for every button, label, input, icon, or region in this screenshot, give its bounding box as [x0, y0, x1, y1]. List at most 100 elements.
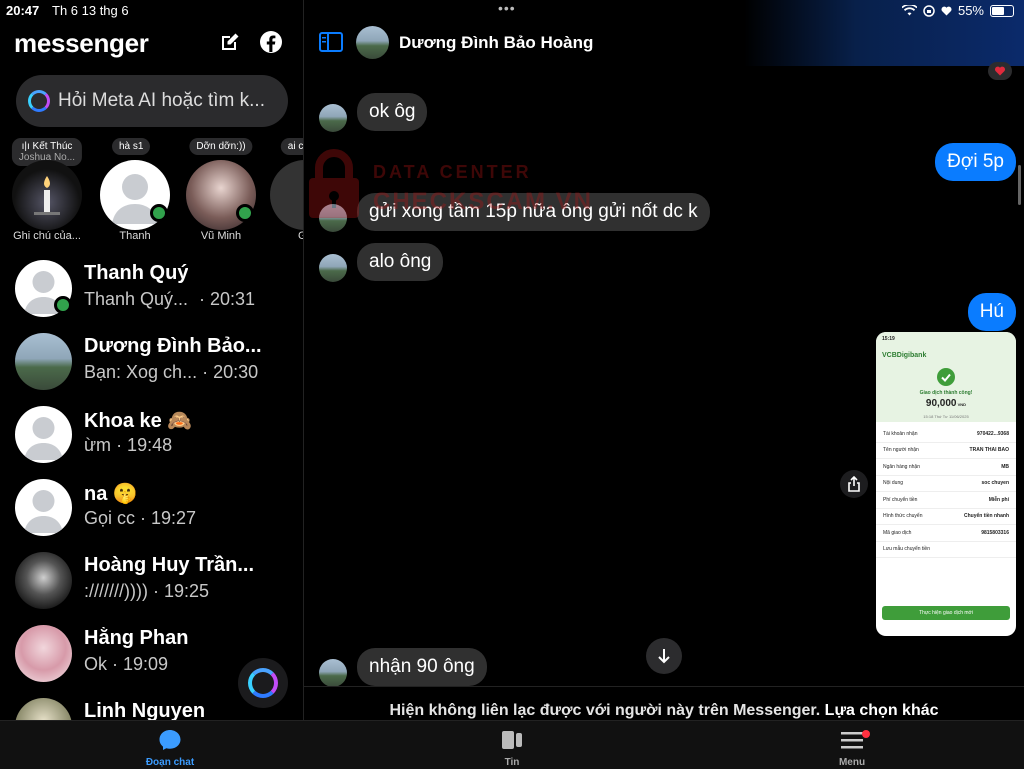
note-bubble: Dỡn dỡn:)): [189, 138, 253, 155]
conversation-item[interactable]: na 🤫 Gọi cc · 19:27: [0, 473, 303, 543]
avatar: [15, 406, 72, 463]
story-note[interactable]: ai có xe G: [262, 138, 303, 242]
bank-logo: VCBDigibank: [882, 352, 927, 359]
avatar: [15, 479, 72, 536]
new-transaction-button: Thực hiện giao dịch mới: [882, 606, 1010, 620]
wifi-icon: [901, 5, 917, 16]
compose-icon[interactable]: [218, 30, 242, 54]
conversation-preview: ừm · 19:48: [84, 435, 173, 455]
conversation-name: Hằng Phan: [84, 627, 189, 649]
tab-chats[interactable]: Đoạn chat: [110, 727, 230, 768]
other-options-link[interactable]: Lựa chọn khác: [825, 702, 939, 719]
meta-ai-icon: [248, 668, 278, 698]
message-incoming[interactable]: nhận 90 ông: [357, 648, 487, 686]
conversation-item[interactable]: Hoàng Huy Trần... :///////)))) · 19:25: [0, 546, 303, 616]
receipt-row: Nội dung soc chuyen: [876, 476, 1016, 492]
unavailable-notice: Hiện không liên lạc được với người này t…: [304, 686, 1024, 721]
contact-avatar[interactable]: [356, 26, 389, 59]
conversation-item[interactable]: Thanh Quý Thanh Quý... · 20:31: [0, 254, 303, 324]
lock-rotation-icon: [923, 4, 935, 17]
message-outgoing[interactable]: Hú: [967, 293, 1016, 331]
multitask-dots-icon[interactable]: •••: [498, 0, 516, 16]
conversation-name: Khoa ke 🙈: [84, 410, 193, 432]
avatar: [15, 333, 72, 390]
conversation-name: Thanh Quý: [84, 262, 189, 284]
receipt-header: 15:19 VCBDigibank Giao dịch thành công! …: [876, 332, 1016, 422]
avatar: [15, 552, 72, 609]
conversation-preview: Thanh Quý... · 20:31: [84, 289, 256, 309]
story-label: G: [262, 230, 303, 242]
conversation-name: Hoàng Huy Trần...: [84, 554, 255, 576]
conversation-name: Dương Đình Bảo...: [84, 335, 262, 357]
receipt-row: Lưu mẫu chuyển tiền: [876, 542, 1016, 558]
heart-status-icon: [941, 6, 952, 15]
search-input[interactable]: Hỏi Meta AI hoặc tìm k...: [16, 75, 288, 127]
audio-wave-icon: ı|ı: [21, 141, 33, 152]
message-incoming[interactable]: alo ông: [357, 243, 444, 281]
story-note[interactable]: Dỡn dỡn:)) Vũ Minh: [178, 138, 264, 242]
note-bubble: ai có xe: [280, 138, 303, 155]
status-bar: 20:47 Th 6 13 thg 6 ••• 55%: [0, 0, 1024, 20]
message-incoming[interactable]: gửi xong tầm 15p nữa ông gửi nốt dc k: [357, 193, 710, 231]
candle-icon: [34, 176, 60, 215]
story-note[interactable]: ı|ı Kết Thúc Joshua No... Ghi chú của...: [4, 138, 90, 242]
share-button[interactable]: [840, 470, 868, 498]
conversation-preview: :///////)))) · 19:25: [84, 581, 210, 601]
stories-icon: [502, 731, 522, 749]
conversation-name: Linh Nguyen: [84, 700, 206, 720]
arrow-down-icon: [658, 649, 670, 664]
avatar: [270, 160, 303, 230]
status-icons: 55%: [901, 3, 1014, 18]
heart-reaction-icon[interactable]: [988, 62, 1012, 80]
avatar: [15, 625, 72, 682]
tab-menu[interactable]: Menu: [792, 727, 912, 768]
date: Th 6 13 thg 6: [52, 3, 129, 18]
story-label: Ghi chú của...: [13, 230, 81, 242]
meta-ai-button[interactable]: [238, 658, 288, 708]
message-outgoing[interactable]: Đợi 5p: [935, 143, 1016, 181]
receipt-row: Hình thức chuyển Chuyển tiền nhanh: [876, 509, 1016, 525]
meta-ai-icon: [28, 90, 50, 112]
conversation-preview: Ok · 19:09: [84, 654, 169, 674]
receipt-row: Phí chuyển tiền Miễn phí: [876, 492, 1016, 509]
share-icon: [848, 476, 860, 492]
sidebar-toggle-icon[interactable]: [319, 32, 343, 52]
conversation-preview: Bạn: Xog ch... · 20:30: [84, 362, 259, 382]
receipt-row: Tài khoản nhận 970422...9368: [876, 426, 1016, 443]
scrollbar[interactable]: [1018, 165, 1021, 205]
battery-percent: 55%: [957, 3, 984, 18]
notes-row: ı|ı Kết Thúc Joshua No... Ghi chú của...…: [0, 138, 303, 248]
story-note[interactable]: hà s1 Thanh: [92, 138, 178, 242]
conversation-name: na 🤫: [84, 483, 138, 505]
online-indicator: [236, 204, 254, 222]
transfer-receipt-image[interactable]: 15:19 VCBDigibank Giao dịch thành công! …: [876, 332, 1016, 636]
facebook-icon[interactable]: [259, 30, 283, 54]
sender-avatar: [319, 104, 347, 132]
scroll-to-bottom-button[interactable]: [646, 638, 682, 674]
avatar: [15, 698, 72, 720]
battery-icon: [990, 4, 1014, 17]
chat-bubble-icon: [159, 730, 181, 750]
sender-avatar: [319, 659, 347, 687]
avatar: [12, 160, 82, 230]
conversation-item[interactable]: Khoa ke 🙈 ừm · 19:48: [0, 400, 303, 470]
clock: 20:47: [6, 3, 40, 18]
tab-stories[interactable]: Tin: [452, 727, 572, 768]
conversation-item[interactable]: Dương Đình Bảo... Bạn: Xog ch... · 20:30: [0, 327, 303, 397]
conversation-sidebar: messenger Hỏi Meta AI hoặc tìm k... ı|ı …: [0, 0, 304, 720]
receipt-row: Tên người nhận TRAN THAI BAO: [876, 443, 1016, 459]
story-label: Thanh: [119, 230, 151, 242]
contact-name[interactable]: Dương Đình Bảo Hoàng: [399, 33, 593, 53]
receipt-row: Ngân hàng nhận MB: [876, 459, 1016, 476]
online-indicator: [54, 296, 72, 314]
receipt-rows: Tài khoản nhận 970422...9368 Tên người nh…: [876, 422, 1016, 558]
sender-avatar: [319, 254, 347, 282]
story-label: Vũ Minh: [200, 230, 242, 242]
search-placeholder: Hỏi Meta AI hoặc tìm k...: [58, 90, 265, 111]
success-check-icon: [937, 368, 955, 386]
chat-panel: Dương Đình Bảo Hoàng ok ôg Đợi 5p gửi xo…: [304, 0, 1024, 720]
message-incoming[interactable]: ok ôg: [357, 93, 428, 131]
notification-badge: [862, 730, 870, 738]
online-indicator: [150, 204, 168, 222]
app-title: messenger: [14, 28, 149, 58]
